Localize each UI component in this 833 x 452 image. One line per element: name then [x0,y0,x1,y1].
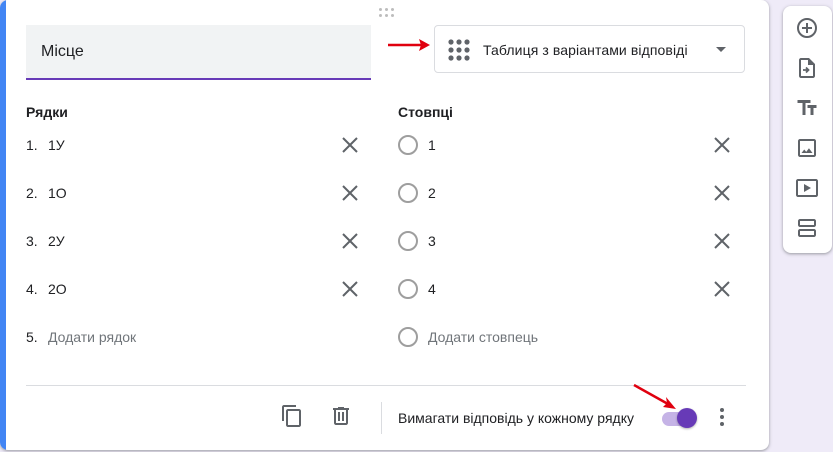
row-number: 3. [26,233,38,249]
duplicate-icon[interactable] [280,404,304,428]
radio-circle-icon [398,231,418,251]
question-title-text: Місце [41,43,84,60]
column-item: 2 [398,182,698,206]
toggle-thumb [677,408,697,428]
radio-circle-icon [398,183,418,203]
row-number: 1. [26,137,38,153]
title-text-icon[interactable] [795,96,819,120]
annotation-arrow-icon [633,383,676,409]
radio-circle-icon [398,135,418,155]
remove-column-close-icon[interactable] [710,277,734,301]
card-focus-bar [0,0,6,450]
drag-handle-icon[interactable] [377,7,395,19]
question-type-dropdown[interactable]: Таблиця з варіантами відповіді [434,25,745,73]
row-label-input[interactable]: 1У [48,137,65,153]
column-item: 1 [398,134,698,158]
rows-heading: Рядки [26,104,68,120]
row-number: 4. [26,281,38,297]
row-item: 4. 2О [26,278,366,302]
row-item: 2. 1О [26,182,366,206]
add-column-item: Додати стовпець [398,326,698,350]
delete-trash-icon[interactable] [329,404,353,428]
question-type-label: Таблиця з варіантами відповіді [483,42,688,58]
question-title-input[interactable]: Місце [26,25,371,80]
remove-column-close-icon[interactable] [710,229,734,253]
section-icon[interactable] [795,216,819,240]
row-item: 3. 2У [26,230,366,254]
remove-row-close-icon[interactable] [338,229,362,253]
column-label-input[interactable]: 3 [428,233,436,249]
required-toggle-label: Вимагати відповідь у кожному рядку [398,410,634,426]
column-label-input[interactable]: 2 [428,185,436,201]
remove-row-close-icon[interactable] [338,133,362,157]
row-number: 2. [26,185,38,201]
radio-circle-icon [398,327,418,347]
column-item: 3 [398,230,698,254]
annotation-arrow-icon [388,39,430,51]
row-item: 1. 1У [26,134,366,158]
column-item: 4 [398,278,698,302]
add-row-item: 5. Додати рядок [26,326,366,350]
footer-vertical-divider [381,402,382,434]
remove-row-close-icon[interactable] [338,277,362,301]
video-icon[interactable] [795,176,819,200]
more-options-icon[interactable] [710,405,734,429]
import-questions-icon[interactable] [795,56,819,80]
column-label-input[interactable]: 1 [428,137,436,153]
row-label-input[interactable]: 1О [48,185,67,201]
columns-heading: Стовпці [398,104,453,120]
add-row-input[interactable]: Додати рядок [48,329,136,345]
question-card: Місце Таблиця з варіантами відповіді Ряд… [0,0,769,450]
side-toolbar [783,6,832,253]
chevron-down-icon [716,47,726,52]
column-label-input[interactable]: 4 [428,281,436,297]
remove-row-close-icon[interactable] [338,181,362,205]
remove-column-close-icon[interactable] [710,181,734,205]
row-label-input[interactable]: 2У [48,233,65,249]
add-column-input[interactable]: Додати стовпець [428,329,538,345]
radio-circle-icon [398,279,418,299]
remove-column-close-icon[interactable] [710,133,734,157]
row-label-input[interactable]: 2О [48,281,67,297]
row-number: 5. [26,329,38,345]
grid-icon [448,39,470,61]
image-icon[interactable] [795,136,819,160]
add-question-icon[interactable] [795,16,819,40]
